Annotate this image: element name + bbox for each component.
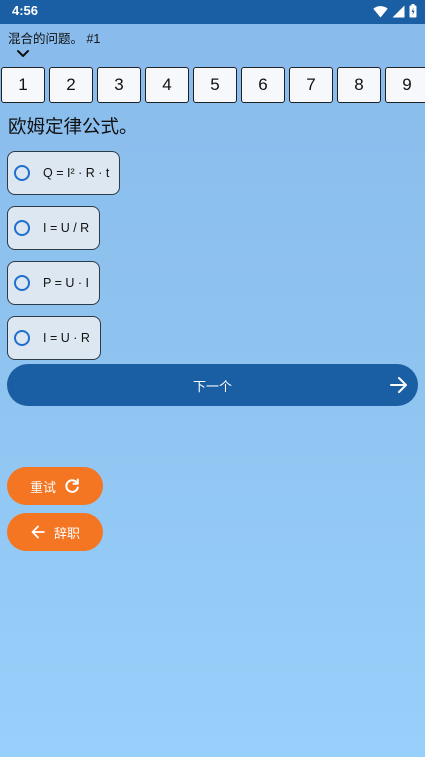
answer-option[interactable]: Q = I² · R · t xyxy=(7,151,121,195)
radio-button[interactable] xyxy=(14,165,30,181)
radio-button[interactable] xyxy=(14,275,30,291)
answer-option-label: Q = I² · R · t xyxy=(43,166,110,180)
retry-button-label: 重试 xyxy=(29,480,56,496)
wifi-icon xyxy=(373,5,388,17)
quiz-title: 混合的问题。 #1 xyxy=(8,32,101,46)
answer-option-label: I = U · R xyxy=(43,331,90,345)
question-number-button[interactable]: 3 xyxy=(97,67,141,103)
arrow-left-icon xyxy=(31,525,45,539)
battery-icon xyxy=(409,4,417,18)
arrow-right-icon xyxy=(390,377,407,393)
retry-button[interactable]: 重试 xyxy=(7,467,103,505)
answer-option-label: I = U / R xyxy=(43,221,90,235)
answer-option[interactable]: P = U · I xyxy=(7,261,100,305)
answer-option[interactable]: I = U / R xyxy=(7,206,101,250)
status-icons xyxy=(373,4,417,18)
status-time: 4:56 xyxy=(12,3,39,18)
status-bar: 4:56 xyxy=(0,0,425,24)
radio-button[interactable] xyxy=(14,220,30,236)
question-number-button[interactable]: 7 xyxy=(289,67,333,103)
signal-icon xyxy=(392,5,405,17)
question-number-button[interactable]: 1 xyxy=(1,67,45,103)
resign-button[interactable]: 辞职 xyxy=(7,513,103,551)
chevron-down-icon[interactable] xyxy=(16,48,30,60)
question-number-button[interactable]: 8 xyxy=(337,67,381,103)
question-number-button[interactable]: 4 xyxy=(145,67,189,103)
question-number-button[interactable]: 5 xyxy=(193,67,237,103)
question-number-button[interactable]: 9 xyxy=(385,67,425,103)
refresh-icon xyxy=(65,478,79,493)
next-button[interactable]: 下一个 xyxy=(7,364,418,406)
question-number-nav: 1 2 3 4 5 6 7 8 9 xyxy=(1,67,425,103)
answer-option[interactable]: I = U · R xyxy=(7,316,101,360)
radio-button[interactable] xyxy=(14,330,30,346)
answer-option-label: P = U · I xyxy=(43,276,89,290)
resign-button-label: 辞职 xyxy=(53,526,80,542)
next-button-label: 下一个 xyxy=(192,380,232,395)
question-number-button[interactable]: 2 xyxy=(49,67,93,103)
question-text: 欧姆定律公式。 xyxy=(8,117,138,138)
question-number-button[interactable]: 6 xyxy=(241,67,285,103)
